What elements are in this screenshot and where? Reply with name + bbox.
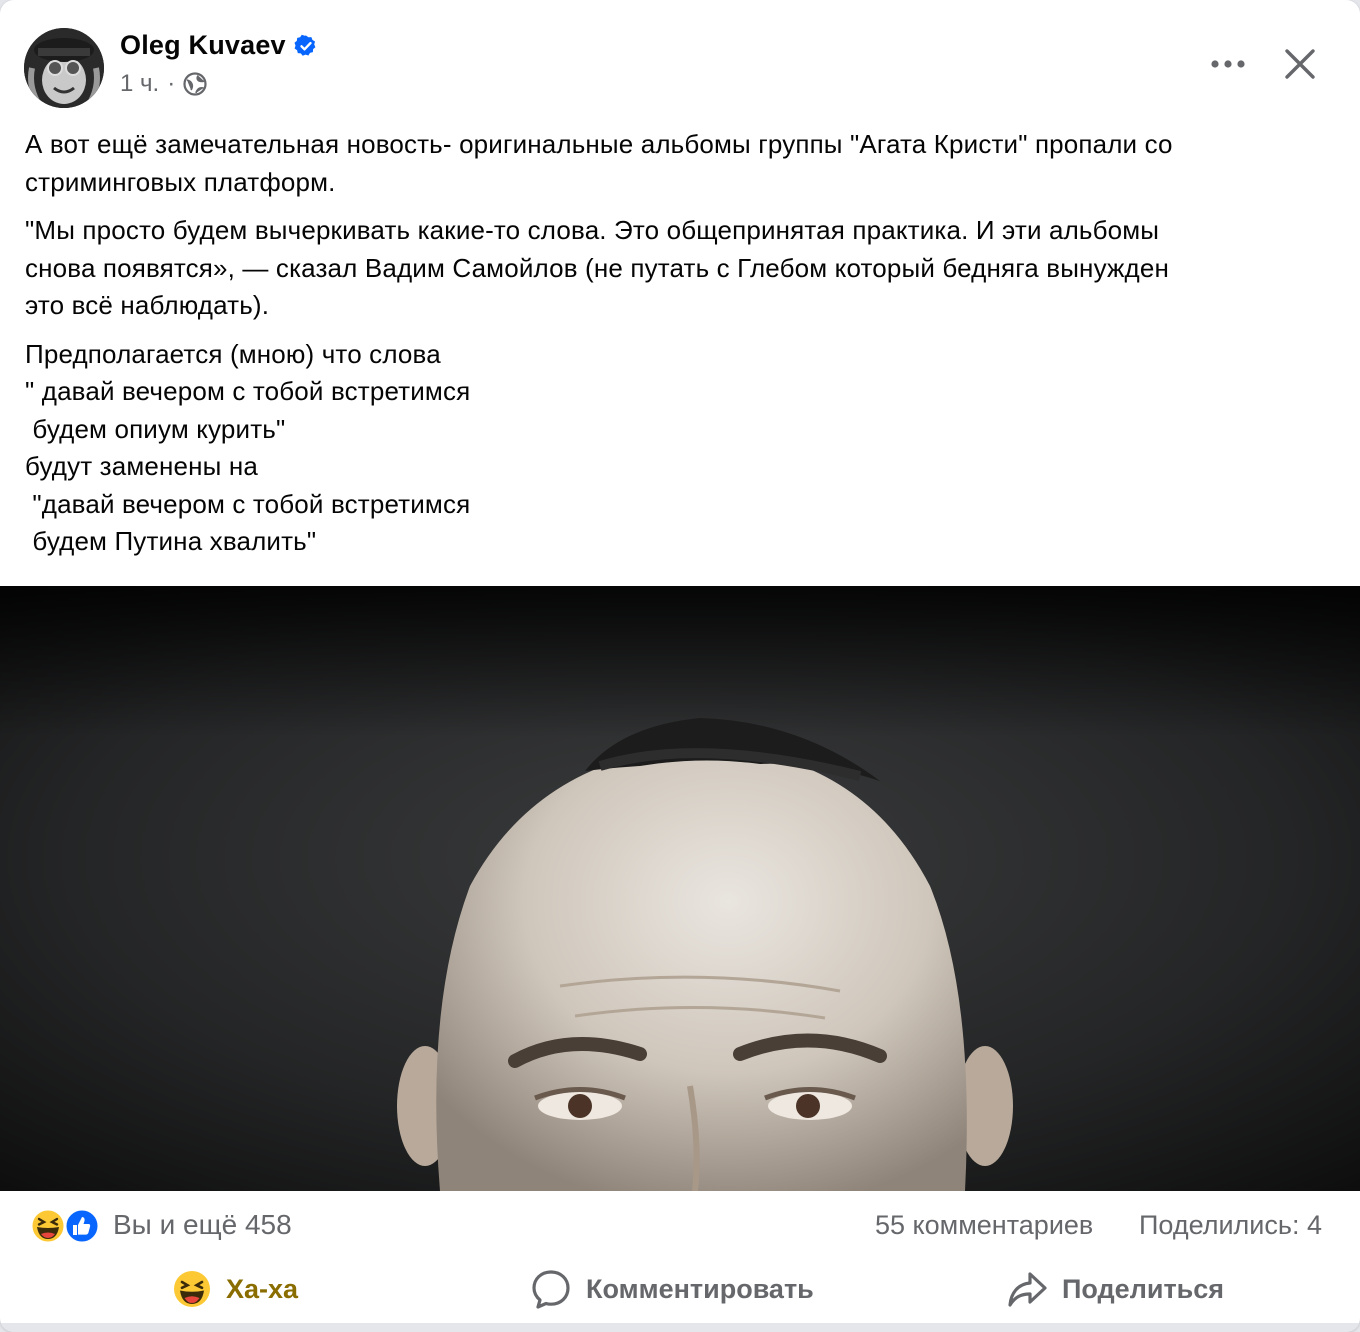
- verified-badge-icon: [294, 34, 318, 58]
- comment-icon: [532, 1270, 570, 1309]
- close-button[interactable]: [1276, 40, 1324, 88]
- haha-label: Ха-ха: [226, 1273, 299, 1304]
- post-paragraph: Предполагается (мною) что слова " давай …: [25, 336, 1335, 561]
- more-horizontal-icon: [1211, 60, 1245, 68]
- text-line: будут заменены на: [25, 451, 258, 481]
- card-bottom-edge: [0, 1323, 1360, 1332]
- post-meta: 1 ч. ·: [120, 70, 207, 98]
- reactions-summary[interactable]: Вы и ещё 458: [113, 1209, 292, 1241]
- post-paragraph: "Мы просто будем вычеркивать какие-то сл…: [25, 212, 1335, 325]
- comment-button[interactable]: Комментировать: [530, 1261, 814, 1317]
- shares-count[interactable]: Поделились: 4: [1139, 1210, 1322, 1241]
- reaction-icons[interactable]: [28, 1206, 102, 1246]
- post-photo[interactable]: [0, 586, 1360, 1191]
- text-line: "давай вечером с тобой встретимся: [25, 488, 471, 519]
- author-name[interactable]: Oleg Kuvaev: [120, 30, 318, 61]
- share-label: Поделиться: [1062, 1273, 1225, 1304]
- like-icon: [63, 1207, 101, 1245]
- author-name-text[interactable]: Oleg Kuvaev: [120, 30, 286, 61]
- haha-icon: [29, 1207, 67, 1245]
- post-paragraph: А вот ещё замечательная новость- оригина…: [25, 126, 1335, 201]
- text-line: стриминговых платформ.: [25, 166, 336, 197]
- text-line: это всё наблюдать).: [25, 290, 270, 320]
- comment-label: Комментировать: [586, 1273, 814, 1304]
- text-line: Предполагается (мною) что слова: [25, 338, 441, 369]
- text-line: будем опиум курить": [25, 413, 286, 444]
- meta-separator: ·: [167, 70, 176, 97]
- share-button[interactable]: Поделиться: [1006, 1261, 1224, 1317]
- close-icon: [1285, 49, 1315, 79]
- post-text: А вот ещё замечательная новость- оригина…: [25, 126, 1335, 572]
- haha-button[interactable]: Ха-ха: [172, 1261, 298, 1317]
- text-line: "Мы просто будем вычеркивать какие-то сл…: [25, 215, 1160, 245]
- globe-icon[interactable]: [183, 72, 207, 96]
- share-icon: [1008, 1272, 1047, 1307]
- post-stats: Вы и ещё 458 55 комментариев Поделились:…: [0, 1191, 1360, 1261]
- more-options-button[interactable]: [1204, 44, 1252, 84]
- post-card: Oleg Kuvaev 1 ч. · А вот ещё замечательн…: [0, 0, 1360, 1332]
- text-line: будем Путина хвалить": [25, 526, 317, 556]
- text-line: А вот ещё замечательная новость- оригина…: [25, 129, 1173, 159]
- text-line: " давай вечером с тобой встретимся: [25, 376, 471, 406]
- comments-count[interactable]: 55 комментариев: [875, 1210, 1093, 1241]
- post-time[interactable]: 1 ч.: [120, 70, 159, 98]
- text-line: снова появятся», — сказал Вадим Самойлов…: [25, 252, 1169, 283]
- avatar[interactable]: [24, 28, 104, 108]
- haha-icon: [174, 1271, 210, 1307]
- post-header: Oleg Kuvaev 1 ч. ·: [0, 0, 1360, 120]
- post-actions: Ха-ха Комментировать Поделиться: [0, 1261, 1360, 1323]
